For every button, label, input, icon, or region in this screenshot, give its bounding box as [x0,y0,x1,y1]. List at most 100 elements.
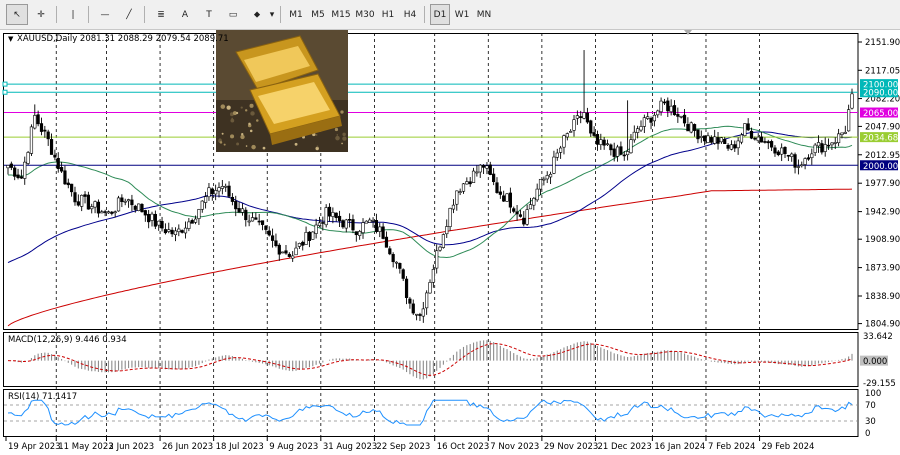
candle-body [341,220,345,228]
candle-body [716,137,720,144]
candle-body [471,170,476,183]
timeframe-m5-button[interactable]: M5 [308,4,328,25]
macd-tick-label: 0.000 [863,357,887,367]
candle-body [562,135,566,148]
candle-body [749,130,754,139]
timeframe-w1-button[interactable]: W1 [452,4,472,25]
shapes-dropdown-icon[interactable]: ▾ [268,4,276,25]
candle-body [307,231,312,241]
timeframe-mn-button[interactable]: MN [474,4,494,25]
gold-bars-pebble [220,104,226,109]
candle-body [361,222,365,233]
candle-body [492,173,496,183]
gold-bars-pebble [315,146,319,151]
gold-bars-image [216,30,348,152]
rsi-tick-label: 100 [865,389,881,399]
candle-body [337,215,342,222]
candle-body [823,144,827,152]
candle-body [358,231,362,236]
chart-area[interactable]: ▼ XAUUSD,Daily 2081.31 2088.29 2079.54 20… [0,30,900,455]
candle-body [334,212,338,218]
candle-body [833,142,837,144]
candle-body [93,201,97,208]
candle-body [163,229,168,234]
date-tick-label: 26 Jun 2023 [162,442,213,452]
level-line-handle[interactable] [2,89,8,95]
candle-body [642,117,646,127]
candle-body [582,112,586,119]
candle-body [368,219,372,223]
candle-body [656,110,660,116]
fibonacci-icon[interactable]: ≣ [150,4,172,25]
timeframe-h4-button[interactable]: H4 [400,4,420,25]
candle-body [324,207,328,226]
price-tick-label: 1977.90 [865,179,900,189]
candle-body [130,199,134,206]
shapes-icon[interactable]: ⬥ [246,4,268,25]
candle-body [776,151,780,156]
rsi-label: RSI(14) 71.1417 [8,392,77,402]
level-line-handle[interactable] [2,81,8,87]
candle-body [277,244,281,255]
toolbar-separator [424,6,425,23]
candle-body [559,147,563,153]
vertical-line-icon[interactable]: | [62,4,84,25]
gold-bars-pebble [223,143,226,146]
rectangle-icon[interactable]: ▭ [222,4,244,25]
timeframe-d1-button[interactable]: D1 [430,4,450,25]
candle-body [780,147,784,155]
date-tick-label: 16 Jan 2024 [654,442,705,452]
candle-body [502,195,506,202]
candle-body [542,178,546,181]
rsi-frame [3,389,859,437]
horizontal-line-icon[interactable]: — [94,4,116,25]
gold-bars-pebble [315,133,318,136]
candle-body [800,164,804,167]
cursor-icon[interactable]: ↖ [6,4,28,25]
candle-body [167,229,171,232]
candle-body [535,188,539,201]
gold-bars-pebble [340,110,344,114]
candle-body [247,220,251,223]
candle-body [193,218,198,223]
gold-bars-pebble [334,127,339,132]
candle-body [552,156,556,174]
gold-bars-pebble [341,142,343,145]
candle-body [676,114,680,117]
crosshair-icon[interactable]: ✛ [30,4,52,25]
candle-body [197,209,201,219]
candle-body [86,194,90,210]
candle-body [813,144,817,153]
candle-body [80,194,84,207]
candle-body [428,282,432,294]
candle-body [431,269,435,283]
timeframe-m30-button[interactable]: M30 [354,4,376,25]
candle-body [528,204,533,210]
candle-body [719,137,723,143]
candle-body [646,116,650,119]
candle-body [29,126,34,154]
text-icon[interactable]: A [174,4,196,25]
timeframe-m1-button[interactable]: M1 [286,4,306,25]
date-tick-label: 19 Apr 2023 [8,442,61,452]
candle-body [264,225,268,230]
timeframe-m15-button[interactable]: M15 [330,4,352,25]
candle-body [13,167,17,177]
candle-body [451,204,456,210]
text-label-icon[interactable]: T [198,4,220,25]
candle-body [826,144,831,147]
candle-body [46,131,50,140]
candle-body [659,100,663,113]
date-tick-label: 29 Nov 2023 [544,442,598,452]
candle-body [317,222,322,226]
timeframe-h1-button[interactable]: H1 [378,4,398,25]
candle-body [448,207,452,227]
candle-body [160,221,164,229]
gold-bars-pebble [250,111,255,116]
candle-body [629,139,633,154]
candle-body [602,139,606,146]
price-tick-label: 1942.90 [865,208,900,218]
candle-body [595,134,600,145]
candle-body [458,191,462,193]
trendline-icon[interactable]: ╱ [118,4,140,25]
